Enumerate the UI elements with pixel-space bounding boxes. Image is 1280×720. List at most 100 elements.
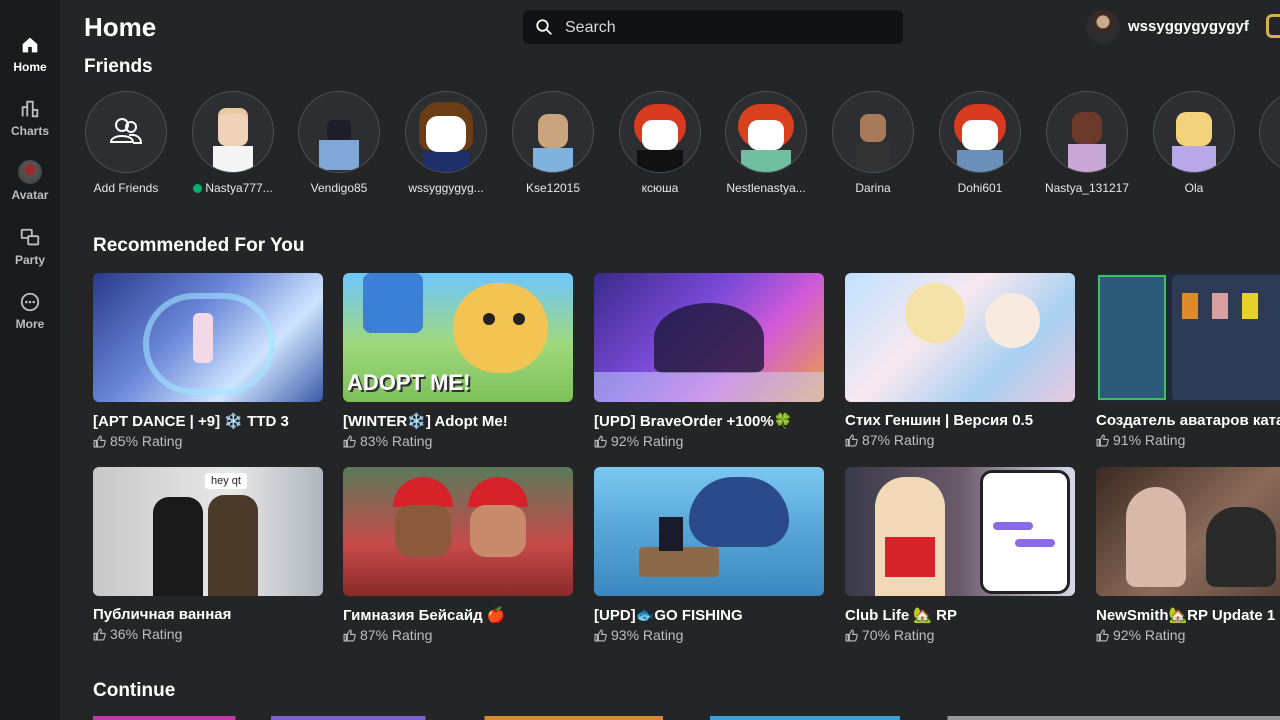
game-thumbnail: ADOPT ME! <box>343 273 573 402</box>
game-card[interactable]: Стих Геншин | Версия 0.5 87% Rating <box>845 273 1075 448</box>
friend-avatar <box>1259 91 1280 173</box>
search-input[interactable] <box>563 10 887 46</box>
catalog-item <box>1212 293 1228 319</box>
game-rating-text: 93% Rating <box>611 627 684 643</box>
friends-title[interactable]: Friends <box>84 56 153 78</box>
friend-name: Vendigo85 <box>310 181 368 195</box>
friend-name-text: Nastya777... <box>205 181 273 195</box>
thumbs-up-icon <box>1096 629 1109 642</box>
friend-item[interactable]: Vendigo85 <box>289 91 389 195</box>
avatar-figure <box>1206 507 1276 587</box>
game-rating-text: 87% Rating <box>862 432 935 448</box>
santa-hat <box>393 477 453 507</box>
avatar-head <box>1072 112 1102 144</box>
games-grid: [APT DANCE | +9] ❄️ TTD 3 85% Rating ADO… <box>93 273 1280 653</box>
game-thumbnail <box>343 467 573 596</box>
friend-avatar <box>832 91 914 173</box>
continue-thumbnails-strip[interactable] <box>93 716 1280 720</box>
sidebar-item-home[interactable]: Home <box>0 34 60 74</box>
friend-item[interactable]: Dohi601 <box>930 91 1030 195</box>
friend-item[interactable]: wssyggygyg... <box>396 91 496 195</box>
game-title: Club Life 🏡 RP <box>845 607 958 624</box>
avatar-body <box>637 150 683 172</box>
game-card[interactable]: Гимназия Бейсайд 🍎 87% Rating <box>343 467 573 643</box>
game-title: [UPD] BraveOrder +100%🍀 <box>594 413 793 430</box>
friend-name: Add Friends <box>93 181 159 195</box>
game-thumbnail <box>594 273 824 402</box>
party-icon <box>20 228 40 246</box>
avatar-body <box>1068 144 1106 172</box>
friend-item[interactable]: Ola <box>1144 91 1244 195</box>
friend-name: wssyggygyg... <box>408 181 484 195</box>
game-card[interactable]: NewSmith🏡RP Update 1 92% Rating <box>1096 467 1280 643</box>
puppy-figure <box>453 283 548 373</box>
puppy-eye <box>513 313 525 325</box>
avatar-head <box>748 120 784 150</box>
avatar-head <box>860 114 886 142</box>
sidebar-item-more[interactable]: More <box>0 291 60 331</box>
player-figure <box>363 273 423 333</box>
game-rating-text: 70% Rating <box>862 627 935 643</box>
boat <box>639 547 719 577</box>
game-rating-text: 85% Rating <box>110 433 183 449</box>
friend-item[interactable]: Nastya777... <box>183 91 283 195</box>
avatar-head <box>218 114 248 146</box>
avatar-head <box>962 120 998 150</box>
anime-character <box>985 293 1040 348</box>
avatar-head <box>426 116 466 152</box>
game-card[interactable]: [UPD] BraveOrder +100%🍀 92% Rating <box>594 273 824 449</box>
robux-icon[interactable] <box>1266 14 1280 38</box>
search-bar[interactable] <box>523 10 903 46</box>
add-friends-button[interactable]: Add Friends <box>84 91 176 195</box>
avatar-figure <box>208 495 258 596</box>
fisher-figure <box>659 517 683 551</box>
avatar-icon <box>18 160 42 184</box>
game-card[interactable]: [APT DANCE | +9] ❄️ TTD 3 85% Rating <box>93 273 323 449</box>
avatar-body <box>423 152 469 172</box>
thumbs-up-icon <box>343 629 356 642</box>
avatar-body <box>319 140 359 170</box>
game-title: [APT DANCE | +9] ❄️ TTD 3 <box>93 413 289 430</box>
friend-item[interactable]: Nastya_131217 <box>1037 91 1137 195</box>
more-icon <box>20 292 40 312</box>
friend-item[interactable]: Kse12015 <box>503 91 603 195</box>
online-indicator <box>193 184 203 194</box>
speech-bubble: hey qt <box>205 473 247 489</box>
chat-bubble <box>993 522 1033 530</box>
chat-bubble <box>1015 539 1055 547</box>
game-card[interactable]: [UPD]🐟GO FISHING 93% Rating <box>594 467 824 643</box>
dancer-figure <box>193 313 213 363</box>
username[interactable]: wssyggygygygyf <box>1128 18 1249 35</box>
game-thumbnail: hey qt <box>93 467 323 596</box>
game-rating-text: 36% Rating <box>110 626 183 642</box>
sidebar-item-label: More <box>15 317 45 331</box>
game-rating: 85% Rating <box>93 433 323 449</box>
game-card[interactable]: hey qt Публичная ванная 36% Rating <box>93 467 323 642</box>
sidebar-item-avatar[interactable]: Avatar <box>0 160 60 202</box>
friend-item[interactable]: ксюша <box>610 91 710 195</box>
catalog-item <box>1182 293 1198 319</box>
friend-name: sm <box>1250 181 1280 195</box>
friend-item[interactable]: Darina <box>823 91 923 195</box>
friend-avatar <box>1153 91 1235 173</box>
friend-name: Darina <box>855 181 891 195</box>
avatar-body <box>1172 146 1216 172</box>
game-card[interactable]: ADOPT ME! [WINTER❄️] Adopt Me! 83% Ratin… <box>343 273 573 449</box>
game-rating-text: 92% Rating <box>611 433 684 449</box>
game-thumbnail <box>1096 467 1280 596</box>
sidebar-item-charts[interactable]: Charts <box>0 98 60 138</box>
friend-item[interactable]: sm <box>1250 91 1280 195</box>
avatar-body <box>856 142 890 172</box>
avatar-preview-panel <box>1098 275 1166 400</box>
game-card[interactable]: Club Life 🏡 RP 70% Rating <box>845 467 1075 643</box>
game-rating: 92% Rating <box>1096 627 1280 643</box>
game-rating: 83% Rating <box>343 433 573 449</box>
sidebar-item-party[interactable]: Party <box>0 227 60 267</box>
user-avatar[interactable] <box>1086 10 1120 44</box>
game-rating-text: 83% Rating <box>360 433 433 449</box>
friend-item[interactable]: Nestlenastya... <box>716 91 816 195</box>
continue-title: Continue <box>93 680 176 701</box>
home-icon <box>22 37 38 53</box>
game-card[interactable]: Создатель аватаров катал 91% Rating <box>1096 273 1280 448</box>
avatar-head <box>642 120 678 150</box>
